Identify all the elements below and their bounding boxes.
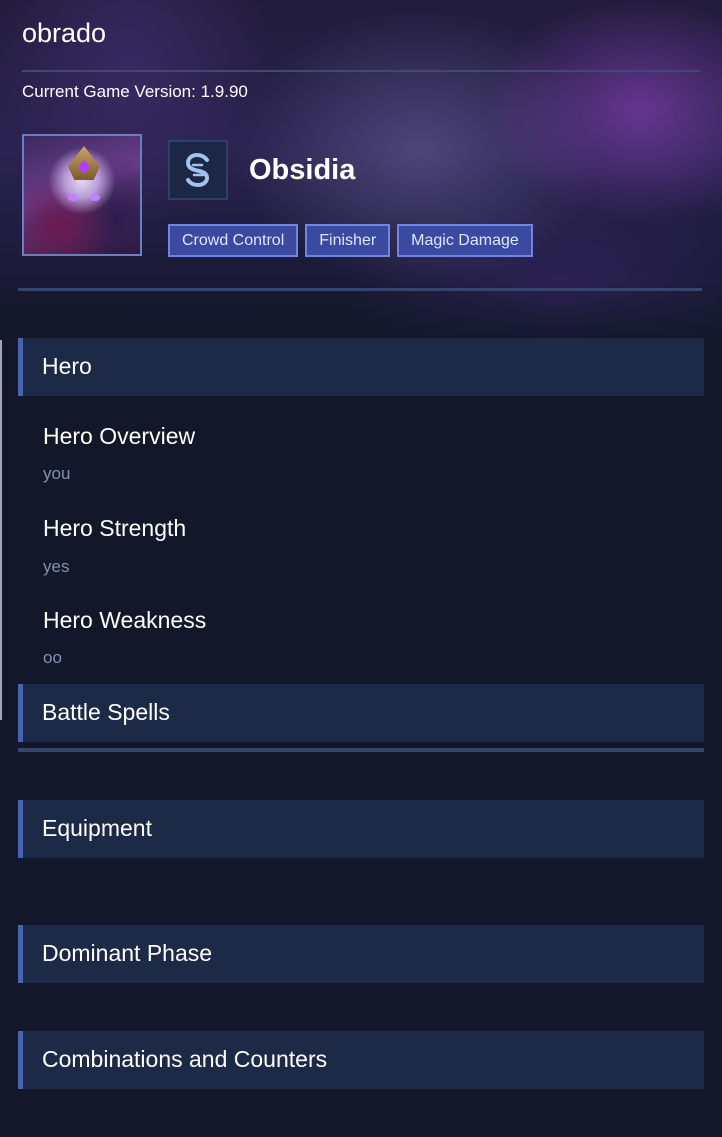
portrait-eye-left	[68, 194, 78, 201]
tag-magic-damage[interactable]: Magic Damage	[397, 224, 533, 257]
hero-tags: Crowd Control Finisher Magic Damage	[168, 224, 533, 257]
hero-strength-value: yes	[43, 557, 70, 576]
section-divider	[18, 748, 704, 752]
section-dominant-phase-header[interactable]: Dominant Phase	[18, 925, 704, 983]
section-combinations-header[interactable]: Combinations and Counters	[18, 1031, 704, 1089]
title-divider	[22, 70, 700, 72]
hero-portrait[interactable]	[22, 134, 142, 256]
game-version-label: Current Game Version:	[22, 82, 196, 101]
hero-weakness-value: oo	[43, 648, 62, 667]
hero-overview-value: you	[43, 464, 71, 483]
section-hero-header[interactable]: Hero	[18, 338, 704, 396]
hero-name: Obsidia	[249, 154, 356, 186]
game-version: Current Game Version: 1.9.90	[22, 82, 248, 102]
hero-weakness-label: Hero Weakness	[43, 607, 207, 633]
tag-finisher[interactable]: Finisher	[305, 224, 391, 257]
portrait-eye-right	[90, 194, 100, 201]
role-icon[interactable]	[168, 140, 228, 200]
app-title: obrado	[22, 18, 107, 48]
hero-strength-label: Hero Strength	[43, 515, 187, 541]
game-version-value: 1.9.90	[200, 82, 248, 101]
banner-divider	[18, 288, 702, 291]
marksman-s-icon	[185, 152, 210, 188]
section-equipment-header[interactable]: Equipment	[18, 800, 704, 858]
hero-overview-label: Hero Overview	[43, 423, 196, 449]
section-battle-spells-header[interactable]: Battle Spells	[18, 684, 704, 742]
tag-crowd-control[interactable]: Crowd Control	[168, 224, 299, 257]
left-edge-divider	[0, 340, 2, 720]
